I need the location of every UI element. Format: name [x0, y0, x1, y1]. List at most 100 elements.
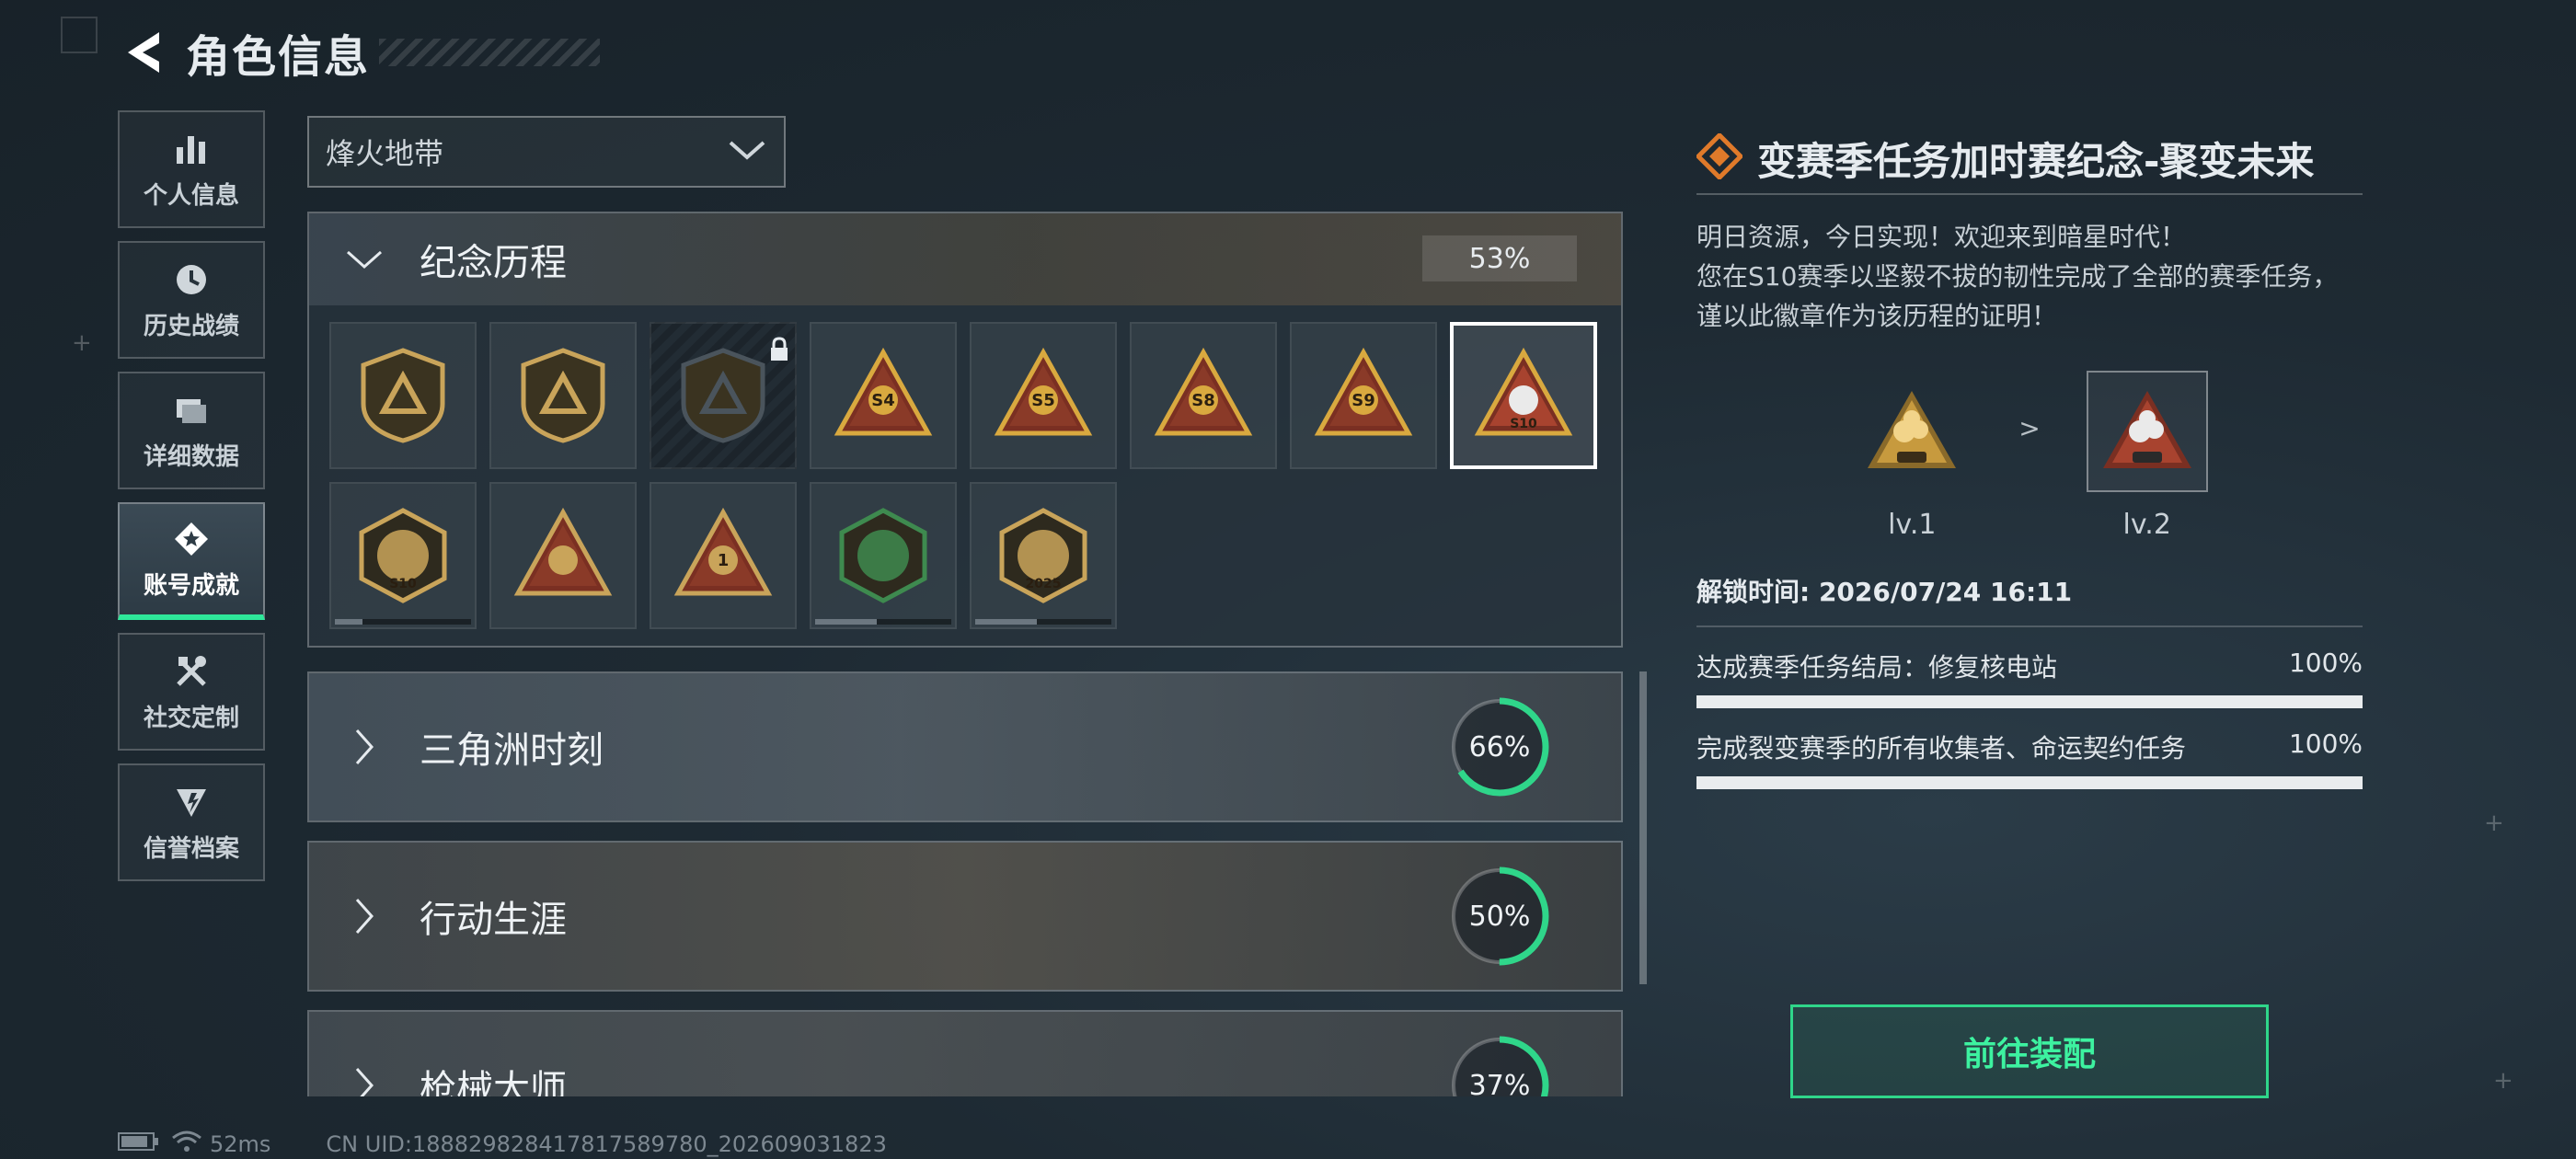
category-name: 枪械大师 [420, 1068, 567, 1096]
badge-wings-emblem[interactable] [489, 482, 637, 629]
triangle-emblem-icon [361, 348, 445, 443]
task-value: 100% [2288, 729, 2363, 759]
category-header[interactable]: 枪械大师 37% [309, 1012, 1621, 1096]
sidebar-item-social[interactable]: 社交定制 [118, 633, 265, 751]
category-name: 三角洲时刻 [420, 729, 604, 772]
shield-badge-icon [171, 782, 212, 822]
task-item: 完成裂变赛季的所有收集者、命运契约任务 100% [1696, 729, 2363, 789]
sidebar-item-label: 账号成就 [143, 571, 239, 600]
s10-emblem-icon: S10 [1474, 347, 1573, 436]
page-title: 角色信息 [186, 31, 371, 83]
level-1-badge-icon [1851, 371, 1972, 492]
sidebar-item-label: 个人信息 [143, 181, 239, 210]
task-value: 100% [2288, 648, 2363, 678]
badge-s4-emblem[interactable]: S4 [810, 322, 957, 469]
diamond-icon [1695, 132, 1744, 183]
sidebar-item-personal-info[interactable]: 个人信息 [118, 110, 265, 228]
badge-text: S9 [1351, 391, 1375, 410]
category-header[interactable]: 行动生涯 50% [309, 843, 1621, 990]
sidebar-item-label: 社交定制 [143, 704, 239, 732]
category-percent: 50% [1468, 900, 1531, 933]
badge-s8-emblem[interactable]: S8 [1130, 322, 1277, 469]
sidebar: 个人信息 历史战绩 详细数据 账号成就 社交定制 信誉档案 [118, 110, 265, 894]
crosshair-decoration: + [2484, 809, 2504, 837]
category-delta-moments[interactable]: 三角洲时刻 66% [307, 671, 1623, 822]
category-header[interactable]: 纪念历程 53% [309, 213, 1621, 305]
badge-s5-emblem[interactable]: S5 [970, 322, 1117, 469]
level-label: lv.1 [1888, 509, 1937, 541]
category-header[interactable]: 三角洲时刻 66% [309, 673, 1621, 820]
user-uid: CN UID:188829828417817589780_20260903182… [326, 1131, 887, 1157]
go-equip-button[interactable]: 前往装配 [1790, 1004, 2269, 1098]
level-2[interactable]: lv.2 [2086, 371, 2208, 541]
number-one-emblem-icon: 1 [673, 507, 773, 596]
badge-text: S10 [389, 577, 417, 591]
category-commemorative-journey[interactable]: 纪念历程 53% S4 S5 S8 S9 S10 S10 1 2025 [307, 212, 1623, 648]
badge-number-one-emblem[interactable]: 1 [650, 482, 797, 629]
sidebar-item-label: 详细数据 [143, 442, 239, 471]
achievement-description: 明日资源，今日实现！欢迎来到暗星时代！ 您在S10赛季以坚毅不拔的韧性完成了全部… [1696, 217, 2363, 336]
sidebar-item-label: 历史战绩 [143, 312, 239, 340]
bar-chart-icon [171, 129, 212, 169]
level-arrow: > [2018, 413, 2041, 443]
badge-text: S5 [1031, 391, 1055, 410]
status-bar: 52ms CN UID:188829828417817589780_202609… [118, 1130, 887, 1159]
category-percent: 53% [1422, 235, 1577, 281]
badge-s10-emblem[interactable]: S10 [1450, 322, 1597, 469]
s9-emblem-icon: S9 [1314, 347, 1413, 436]
delta-force-green-emblem-icon [839, 508, 927, 603]
description-line: 明日资源，今日实现！欢迎来到暗星时代！ [1696, 222, 2187, 252]
level-2-badge-icon [2086, 371, 2208, 492]
badge-text: S10 [1510, 417, 1537, 431]
mode-dropdown[interactable]: 烽火地带 [307, 116, 786, 188]
title-decoration [379, 39, 601, 66]
badge-s10-shield-emblem[interactable]: S10 [329, 482, 477, 629]
scrollbar[interactable] [1639, 671, 1647, 984]
task-label: 完成裂变赛季的所有收集者、命运契约任务 [1696, 733, 2187, 763]
wifi-icon [171, 1130, 202, 1159]
sidebar-item-history[interactable]: 历史战绩 [118, 241, 265, 359]
badge-s9-emblem[interactable]: S9 [1290, 322, 1437, 469]
detail-header: 变赛季任务加时赛纪念-聚变未来 [1695, 129, 2363, 195]
chevron-down-icon [337, 247, 392, 272]
lock-icon [769, 337, 789, 366]
crosshair-decoration: + [72, 329, 92, 357]
badge-triangle-emblem[interactable] [329, 322, 477, 469]
category-weapon-master[interactable]: 枪械大师 37% [307, 1010, 1623, 1096]
category-operation-career[interactable]: 行动生涯 50% [307, 841, 1623, 992]
folder-icon [171, 390, 212, 430]
badge-locked-emblem[interactable] [650, 322, 797, 469]
back-arrow-icon[interactable] [120, 27, 166, 78]
sidebar-item-reputation[interactable]: 信誉档案 [118, 763, 265, 881]
badge-delta-force-green-emblem[interactable] [810, 482, 957, 629]
delta-force-2025-emblem-icon: 2025 [999, 508, 1087, 603]
crosshair-decoration: + [2493, 1067, 2513, 1095]
badge-helicopter-emblem[interactable] [489, 322, 637, 469]
badge-grid: S4 S5 S8 S9 S10 S10 1 2025 [309, 305, 1621, 646]
badge-text: 1 [718, 551, 730, 570]
helicopter-emblem-icon [521, 348, 605, 443]
badge-delta-force-2025-emblem[interactable]: 2025 [970, 482, 1117, 629]
level-1[interactable]: lv.1 [1851, 371, 1972, 541]
achievement-detail-panel: 变赛季任务加时赛纪念-聚变未来 明日资源，今日实现！欢迎来到暗星时代！ 您在S1… [1695, 129, 2363, 789]
unlock-time: 解锁时间: 2026/07/24 16:11 [1696, 572, 2363, 627]
corner-decoration [61, 17, 98, 53]
badge-progress-bar [335, 619, 471, 625]
category-percent: 66% [1468, 730, 1531, 763]
ping-value: 52ms [210, 1131, 271, 1157]
chevron-down-icon [727, 137, 767, 166]
badge-text: S4 [871, 391, 895, 410]
achievement-title: 变赛季任务加时赛纪念-聚变未来 [1757, 138, 2315, 184]
badge-text: S8 [1191, 391, 1215, 410]
mode-dropdown-value: 烽火地带 [326, 136, 444, 171]
task-label: 达成赛季任务结局：修复核电站 [1696, 652, 2058, 683]
tools-icon [171, 651, 212, 692]
wings-emblem-icon [513, 507, 613, 596]
level-label: lv.2 [2122, 509, 2171, 541]
s5-emblem-icon: S5 [994, 347, 1093, 436]
description-line: 您在S10赛季以坚毅不拔的韧性完成了全部的赛季任务， [1696, 261, 2339, 292]
task-item: 达成赛季任务结局：修复核电站 100% [1696, 648, 2363, 708]
achievement-star-icon [171, 519, 212, 559]
sidebar-item-achievements[interactable]: 账号成就 [118, 502, 265, 620]
sidebar-item-detailed-data[interactable]: 详细数据 [118, 372, 265, 489]
